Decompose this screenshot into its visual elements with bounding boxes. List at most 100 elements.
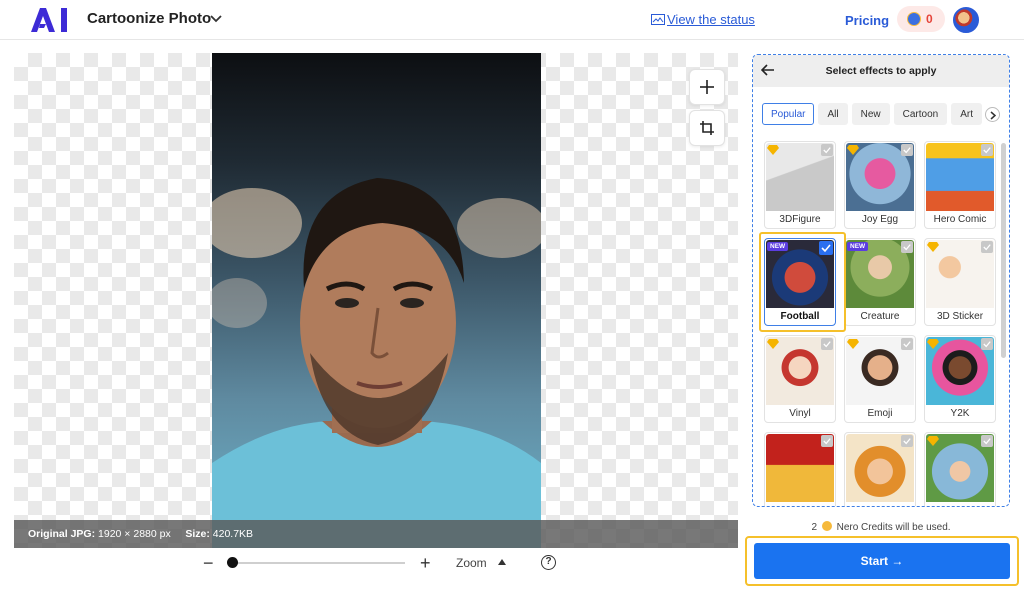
checkbox[interactable] xyxy=(821,338,833,350)
effect-category-tabs: Popular All New Cartoon Art xyxy=(762,103,986,127)
panel-header: Select effects to apply xyxy=(753,55,1009,87)
image-info-bar: Original JPG: 1920 × 2880 px Size: 420.7… xyxy=(14,520,738,548)
view-status-link[interactable]: View the status xyxy=(651,12,755,27)
nero-coin-icon xyxy=(907,12,921,26)
checkbox[interactable] xyxy=(981,338,993,350)
image-status-icon xyxy=(651,14,665,25)
credits-note: 2 Nero Credits will be used. xyxy=(752,521,1010,533)
credits-used-count: 2 xyxy=(811,522,818,533)
effect-card[interactable] xyxy=(764,432,836,506)
checkbox[interactable] xyxy=(981,241,993,253)
panel-title: Select effects to apply xyxy=(825,65,937,77)
pricing-link[interactable]: Pricing xyxy=(845,13,889,28)
size-label: Size: xyxy=(185,528,210,540)
check-icon xyxy=(983,244,991,251)
premium-gem-icon xyxy=(927,339,939,349)
checkbox[interactable] xyxy=(901,435,913,447)
start-button[interactable]: Start → xyxy=(754,543,1010,579)
top-bar: Cartoonize Photo View the status Pricing… xyxy=(0,0,1024,40)
check-icon xyxy=(821,244,831,253)
zoom-slider-thumb[interactable] xyxy=(227,557,238,568)
image-canvas[interactable]: Original JPG: 1920 × 2880 px Size: 420.7… xyxy=(14,53,738,548)
uploaded-photo xyxy=(212,53,541,548)
premium-gem-icon xyxy=(767,145,779,155)
effect-card[interactable]: Joy Egg xyxy=(844,141,916,229)
checkbox[interactable] xyxy=(821,435,833,447)
check-icon xyxy=(823,341,831,348)
effect-card[interactable]: NEW Football xyxy=(764,238,836,326)
effect-label: 3D Sticker xyxy=(936,311,984,322)
zoom-label[interactable]: Zoom xyxy=(456,556,487,570)
effects-panel: Select effects to apply Popular All New Car… xyxy=(752,54,1010,507)
check-icon xyxy=(903,341,911,348)
crop-button[interactable] xyxy=(689,110,725,146)
effect-label: Football xyxy=(780,311,820,322)
tab-new[interactable]: New xyxy=(851,103,890,125)
tab-all[interactable]: All xyxy=(818,103,848,125)
check-icon xyxy=(823,438,831,445)
effect-label: Hero Comic xyxy=(933,214,987,225)
effect-card[interactable] xyxy=(844,432,916,506)
view-status-label: View the status xyxy=(667,12,755,27)
checkbox[interactable] xyxy=(901,338,913,350)
user-avatar[interactable] xyxy=(953,7,979,33)
zoom-in-button[interactable]: + xyxy=(420,553,434,573)
image-size: 420.7KB xyxy=(212,528,254,540)
add-image-button[interactable] xyxy=(689,69,725,105)
premium-gem-icon xyxy=(847,145,859,155)
check-icon xyxy=(983,438,991,445)
tab-cartoon[interactable]: Cartoon xyxy=(893,103,948,125)
checkbox[interactable] xyxy=(821,144,833,156)
premium-gem-icon xyxy=(847,339,859,349)
start-button-highlight: Start → xyxy=(745,536,1019,586)
tabs-next-button[interactable] xyxy=(985,107,1000,122)
credits-count: 0 xyxy=(926,12,933,26)
check-icon xyxy=(903,147,911,154)
caret-up-icon[interactable] xyxy=(498,559,506,565)
chevron-down-icon[interactable] xyxy=(210,14,222,24)
ai-logo[interactable] xyxy=(31,8,71,32)
effect-card[interactable]: Vinyl xyxy=(764,335,836,423)
zoom-slider-track[interactable] xyxy=(232,562,405,564)
credits-badge[interactable]: 0 xyxy=(897,6,945,32)
check-icon xyxy=(983,147,991,154)
effect-card[interactable] xyxy=(924,432,996,506)
new-badge: NEW xyxy=(847,242,869,251)
effect-card[interactable]: NEW Creature xyxy=(844,238,916,326)
effect-card[interactable]: Emoji xyxy=(844,335,916,423)
plus-icon xyxy=(700,80,714,94)
effect-card[interactable]: 3DFigure xyxy=(764,141,836,229)
tab-popular[interactable]: Popular xyxy=(762,103,815,125)
check-icon xyxy=(823,147,831,154)
effect-label: Vinyl xyxy=(789,408,811,419)
credits-used-text: Nero Credits will be used. xyxy=(836,522,951,533)
checkbox[interactable] xyxy=(981,435,993,447)
premium-gem-icon xyxy=(927,436,939,446)
app-title[interactable]: Cartoonize Photo xyxy=(87,10,211,27)
effect-label: Creature xyxy=(860,311,900,322)
premium-gem-icon xyxy=(767,339,779,349)
effects-scrollbar[interactable] xyxy=(1001,143,1006,358)
checkbox-checked[interactable] xyxy=(819,241,833,255)
original-format-label: Original JPG: xyxy=(28,528,96,540)
effect-label: Joy Egg xyxy=(861,214,899,225)
crop-icon xyxy=(700,121,714,135)
new-badge: NEW xyxy=(767,242,789,251)
image-dimensions: 1920 × 2880 px xyxy=(98,528,171,540)
checkbox[interactable] xyxy=(901,241,913,253)
help-icon[interactable]: ? xyxy=(541,555,556,570)
checkbox[interactable] xyxy=(901,144,913,156)
nero-coin-icon xyxy=(821,521,832,531)
effect-label: 3DFigure xyxy=(779,214,821,225)
premium-gem-icon xyxy=(927,242,939,252)
check-icon xyxy=(903,244,911,251)
checkbox[interactable] xyxy=(981,144,993,156)
zoom-out-button[interactable]: − xyxy=(203,553,217,573)
effect-card[interactable]: Hero Comic xyxy=(924,141,996,229)
tab-art[interactable]: Art xyxy=(951,103,982,125)
effect-label: Emoji xyxy=(867,408,893,419)
effect-label: Y2K xyxy=(950,408,970,419)
effect-card[interactable]: 3D Sticker xyxy=(924,238,996,326)
effect-card[interactable]: Y2K xyxy=(924,335,996,423)
chevron-right-icon xyxy=(990,111,997,120)
